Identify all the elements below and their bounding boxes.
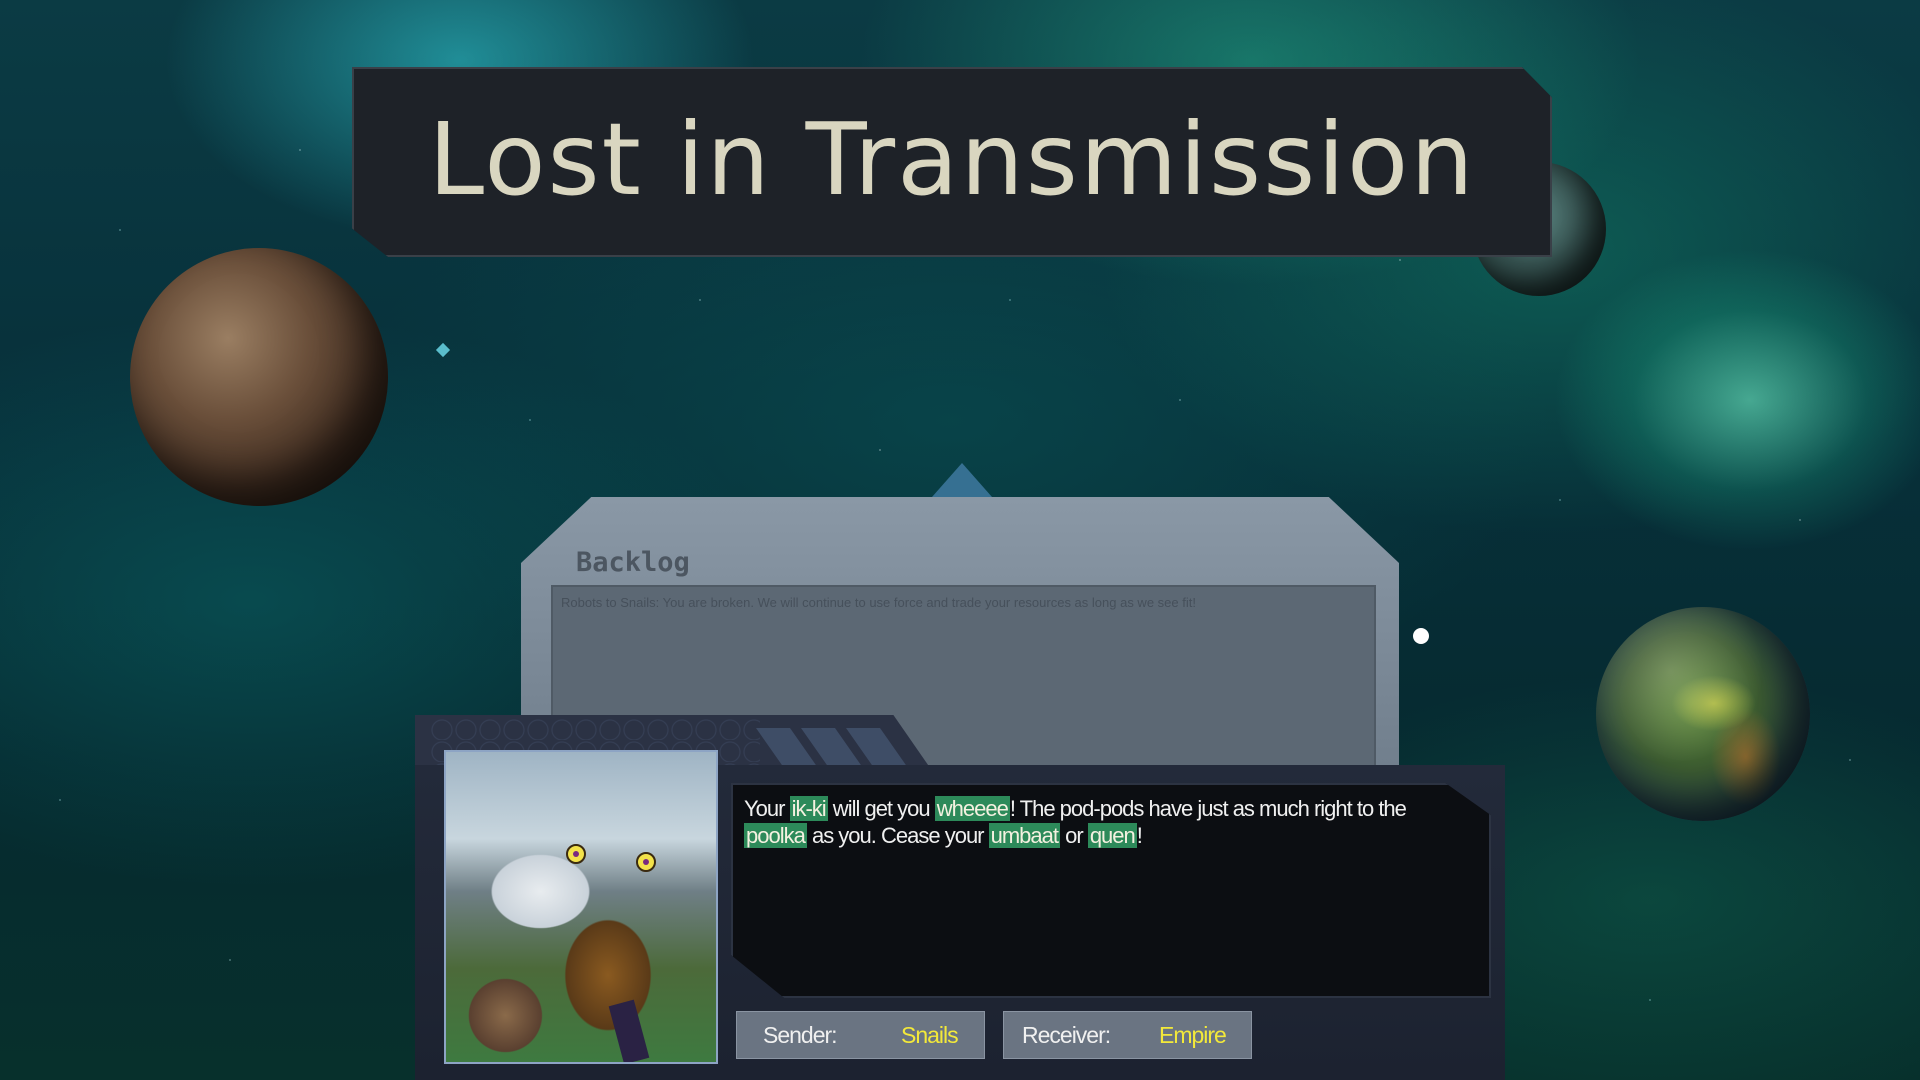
alien-word[interactable]: ik-ki <box>789 796 828 821</box>
sender-label: Sender: <box>763 1021 838 1048</box>
alien-word[interactable]: quen <box>1087 823 1137 848</box>
message-text: Your ik-ki will get you wheeee! The pod-… <box>744 795 1444 849</box>
backlog-entry: Robots to Snails: You are broken. We wil… <box>561 595 1196 610</box>
receiver-label: Receiver: <box>1022 1021 1111 1048</box>
message-segment: will get you <box>827 796 935 821</box>
alien-word[interactable]: poolka <box>744 823 807 848</box>
snail-portrait <box>444 750 718 1064</box>
snail-eye <box>566 844 586 864</box>
sender-tag: Sender: Snails <box>736 1011 985 1059</box>
receiver-value: Empire <box>1159 1021 1227 1048</box>
backlog-toggle-arrow-icon[interactable] <box>932 463 992 497</box>
sender-value: Snails <box>901 1021 959 1048</box>
message-segment: or <box>1060 823 1088 848</box>
backlog-heading: Backlog <box>576 547 690 578</box>
game-title: Lost in Transmission <box>428 100 1476 218</box>
snail-eye <box>636 852 656 872</box>
message-segment: as you. Cease your <box>806 823 989 848</box>
title-banner: Lost in Transmission <box>352 67 1552 257</box>
alien-word[interactable]: wheeee <box>934 796 1010 821</box>
message-segment: Your <box>744 796 790 821</box>
receiver-tag: Receiver: Empire <box>1003 1011 1252 1059</box>
earth-planet <box>1596 607 1810 821</box>
message-segment: ! <box>1136 823 1143 848</box>
alien-word[interactable]: umbaat <box>988 823 1061 848</box>
message-segment: ! The pod-pods have just as much right t… <box>1009 796 1407 821</box>
snail-tie <box>608 999 650 1062</box>
white-dot-marker <box>1413 628 1429 644</box>
rocky-planet <box>130 248 388 506</box>
